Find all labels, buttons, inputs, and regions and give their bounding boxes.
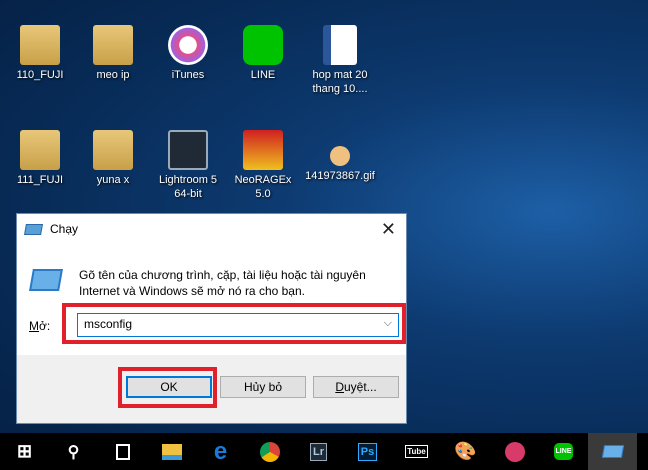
desktop-icon-lightroom[interactable]: Lightroom 5 64-bit: [151, 130, 225, 201]
dialog-footer: OK Hủy bỏ Duyệt...: [17, 355, 406, 423]
desktop-icon-hop-mat[interactable]: hop mat 20 thang 10....: [303, 25, 377, 96]
desktop-icon-meo-ip[interactable]: meo ip: [76, 25, 150, 82]
run-program-icon: [29, 269, 63, 291]
dialog-title: Chạy: [50, 222, 79, 236]
windows-icon: ⊞: [16, 441, 33, 461]
close-button[interactable]: ✕: [381, 219, 396, 240]
title-bar[interactable]: Chạy: [17, 214, 406, 244]
desktop-icon-yuna-x[interactable]: yuna x: [76, 130, 150, 187]
taskbar-chrome[interactable]: [245, 433, 294, 470]
desktop-icon-110-fuji[interactable]: 110_FUJI: [3, 25, 77, 82]
desktop-icon-neoragex[interactable]: NeoRAGEx 5.0: [226, 130, 300, 201]
desktop-icon-line[interactable]: LINE: [226, 25, 300, 82]
desktop-icon-itunes[interactable]: iTunes: [151, 25, 225, 82]
line-icon: [243, 25, 283, 65]
folder-icon: [20, 25, 60, 65]
open-input[interactable]: msconfig ⌵: [77, 313, 399, 337]
taskbar-edge[interactable]: e: [196, 433, 245, 470]
pink-app-icon: [504, 441, 525, 462]
desktop-icon-111-fuji[interactable]: 111_FUJI: [3, 130, 77, 187]
taskbar-line[interactable]: LINE: [539, 433, 588, 470]
taskbar-photoshop[interactable]: Ps: [343, 433, 392, 470]
search-icon: ⚲: [67, 443, 80, 461]
cancel-button[interactable]: Hủy bỏ: [220, 376, 306, 398]
folder-icon: [93, 130, 133, 170]
browse-button[interactable]: Duyệt...: [313, 376, 399, 398]
ok-button[interactable]: OK: [126, 376, 212, 398]
lightroom-icon: [168, 130, 208, 170]
start-button[interactable]: ⊞: [0, 433, 49, 470]
taskbar-run[interactable]: [588, 433, 637, 470]
taskbar-file-explorer[interactable]: [147, 433, 196, 470]
task-view-icon: [115, 443, 130, 460]
run-dialog: Chạy ✕ Gõ tên của chương trình, cặp, tài…: [16, 213, 407, 424]
open-label: Mở:: [29, 319, 51, 333]
file-explorer-icon: [161, 443, 182, 460]
taskbar: ⊞ ⚲ e Lr Ps Tube 🎨 LINE: [0, 433, 648, 470]
folder-icon: [93, 25, 133, 65]
taskbar-app-pink[interactable]: [490, 433, 539, 470]
run-icon: [601, 445, 624, 458]
lightroom-icon: Lr: [310, 442, 327, 461]
line-icon: LINE: [553, 443, 574, 460]
taskbar-perfect-tube[interactable]: Tube: [392, 433, 441, 470]
run-icon: [24, 223, 43, 235]
edge-icon: e: [213, 437, 228, 465]
chevron-down-icon[interactable]: ⌵: [384, 317, 392, 330]
word-document-icon: [323, 25, 357, 65]
itunes-icon: [168, 25, 208, 65]
paint-palette-icon: 🎨: [454, 441, 477, 461]
neoragex-icon: [243, 130, 283, 170]
photoshop-icon: Ps: [357, 442, 378, 461]
gif-image-icon: [330, 146, 350, 166]
folder-icon: [20, 130, 60, 170]
task-view-button[interactable]: [98, 433, 147, 470]
taskbar-lightroom[interactable]: Lr: [294, 433, 343, 470]
taskbar-paint[interactable]: 🎨: [441, 433, 490, 470]
chrome-icon: [259, 441, 280, 462]
perfect-tube-icon: Tube: [405, 445, 428, 458]
desktop-icon-gif[interactable]: 141973867.gif: [303, 130, 377, 183]
dialog-description: Gõ tên của chương trình, cặp, tài liệu h…: [79, 268, 366, 298]
search-button[interactable]: ⚲: [49, 433, 98, 470]
